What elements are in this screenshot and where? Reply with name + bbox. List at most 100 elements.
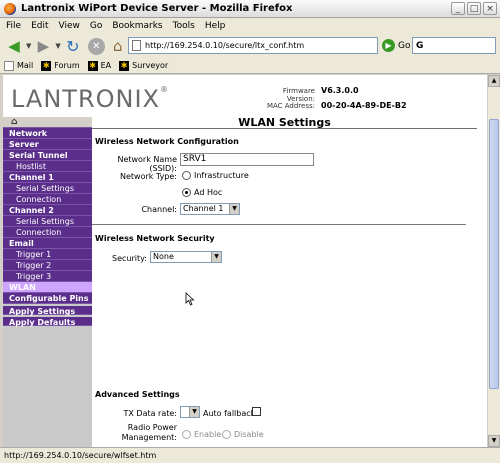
sidebar-item-wlan[interactable]: WLAN [3, 282, 92, 293]
channel-select[interactable]: Channel 1 ▼ [180, 203, 240, 215]
google-icon: G [416, 40, 424, 51]
page-title: WLAN Settings [92, 117, 477, 129]
bookmark-surveyor[interactable]: ✱ Surveyor [119, 60, 168, 71]
sidebar-item-email[interactable]: Email [3, 238, 92, 249]
burst-icon: ✱ [41, 60, 52, 71]
chevron-down-icon: ▼ [229, 204, 239, 214]
burst-icon: ✱ [119, 60, 130, 71]
forward-dropdown-icon[interactable]: ▼ [55, 42, 60, 50]
security-heading: Wireless Network Security [95, 234, 215, 243]
apply-settings-button[interactable]: Apply Settings [3, 304, 92, 316]
sidebar-item-ch2-serial-settings[interactable]: Serial Settings [3, 216, 92, 227]
menu-bookmarks[interactable]: Bookmarks [112, 21, 162, 31]
menu-file[interactable]: File [6, 21, 21, 31]
bookmark-mail[interactable]: Mail [4, 60, 33, 71]
page-icon [4, 60, 14, 71]
go-label: Go [398, 40, 411, 51]
vertical-scrollbar[interactable]: ▲ ▼ [487, 75, 500, 447]
adhoc-radio[interactable]: Ad Hoc [182, 188, 222, 197]
menu-tools[interactable]: Tools [173, 21, 195, 31]
search-input[interactable]: G [412, 37, 496, 54]
mac-label: MAC Address: [266, 102, 315, 110]
go-button[interactable]: ▶ Go [382, 39, 410, 52]
sidebar-item-ch1-connection[interactable]: Connection [3, 194, 92, 205]
home-icon[interactable]: ⌂ [3, 117, 92, 128]
home-icon[interactable]: ⌂ [108, 36, 128, 56]
back-dropdown-icon[interactable]: ▼ [26, 42, 31, 50]
reload-icon[interactable]: ↻ [63, 36, 83, 56]
network-type-label: Network Type: [119, 172, 177, 181]
firefox-icon [4, 2, 16, 15]
menu-view[interactable]: View [59, 21, 80, 31]
url-text: http://169.254.0.10/secure/ltx_conf.htm [145, 41, 305, 50]
sidebar-item-trigger-3[interactable]: Trigger 3 [3, 271, 92, 282]
url-input[interactable]: http://169.254.0.10/secure/ltx_conf.htm [128, 37, 378, 54]
go-arrow-icon: ▶ [382, 39, 395, 52]
apply-defaults-button[interactable]: Apply Defaults [3, 315, 92, 327]
mac-value: 00-20-4A-89-DE-B2 [321, 101, 407, 110]
tx-rate-select[interactable]: ▼ [180, 406, 200, 418]
auto-fallback-checkbox[interactable] [252, 407, 261, 416]
config-sidebar: ⌂ Network Server Serial Tunnel Hostlist … [3, 117, 92, 447]
radio-power-label-line1: Radio Power [127, 423, 177, 432]
sidebar-item-channel-1[interactable]: Channel 1 [3, 172, 92, 183]
window-title: Lantronix WiPort Device Server - Mozilla… [21, 3, 293, 14]
auto-fallback-label: Auto fallback [203, 409, 256, 418]
sidebar-item-network[interactable]: Network [3, 128, 92, 139]
navigation-toolbar: ◀ ▼ ▶ ▼ ↻ ✕ ⌂ http://169.254.0.10/secure… [0, 34, 500, 58]
lantronix-logo: LANTRONIX® [11, 85, 169, 113]
infrastructure-radio[interactable]: Infrastructure [182, 171, 249, 180]
power-enable-radio[interactable]: Enable [182, 430, 221, 439]
sidebar-item-configurable-pins[interactable]: Configurable Pins [3, 293, 92, 304]
page-content: LANTRONIX® Firmware Version: V6.3.0.0 MA… [3, 75, 487, 447]
menu-go[interactable]: Go [90, 21, 102, 31]
minimize-button[interactable]: _ [451, 2, 465, 15]
sidebar-item-hostlist[interactable]: Hostlist [3, 161, 92, 172]
firmware-value: V6.3.0.0 [321, 86, 359, 95]
ssid-label: Network Name (SSID): [117, 155, 177, 173]
radio-icon [222, 430, 231, 439]
ssid-input[interactable]: SRV1 [180, 153, 314, 166]
mouse-pointer-icon [185, 292, 195, 306]
close-button[interactable]: × [483, 2, 497, 15]
bookmark-ea[interactable]: ✱ EA [87, 60, 111, 71]
sidebar-item-ch2-connection[interactable]: Connection [3, 227, 92, 238]
firmware-label: Firmware Version: [282, 87, 315, 103]
forward-arrow-icon[interactable]: ▶ [33, 36, 53, 56]
sidebar-item-channel-2[interactable]: Channel 2 [3, 205, 92, 216]
sidebar-item-serial-tunnel[interactable]: Serial Tunnel [3, 150, 92, 161]
bookmark-forum[interactable]: ✱ Forum [41, 60, 80, 71]
back-arrow-icon[interactable]: ◀ [4, 36, 24, 56]
power-disable-radio[interactable]: Disable [222, 430, 264, 439]
stop-icon[interactable]: ✕ [87, 37, 105, 55]
chevron-down-icon: ▼ [189, 407, 199, 417]
sidebar-item-server[interactable]: Server [3, 139, 92, 150]
window-controls: _ □ × [451, 2, 497, 15]
section-divider [92, 224, 466, 225]
menu-help[interactable]: Help [205, 21, 226, 31]
advanced-settings-heading: Advanced Settings [95, 390, 180, 399]
security-label: Security: [112, 254, 147, 263]
sidebar-item-trigger-1[interactable]: Trigger 1 [3, 249, 92, 260]
channel-label: Channel: [141, 205, 177, 214]
tx-rate-label: TX Data rate: [123, 409, 178, 418]
scroll-up-icon[interactable]: ▲ [488, 75, 500, 87]
radio-icon [182, 430, 191, 439]
scrollbar-thumb[interactable] [489, 119, 499, 389]
status-bar: http://169.254.0.10/secure/wlfset.htm [0, 447, 500, 463]
wlan-settings-panel: WLAN Settings Wireless Network Configura… [92, 117, 477, 447]
wireless-config-heading: Wireless Network Configuration [95, 137, 239, 146]
chevron-down-icon: ▼ [211, 252, 221, 262]
radio-selected-icon [182, 188, 191, 197]
sidebar-item-trigger-2[interactable]: Trigger 2 [3, 260, 92, 271]
device-header: LANTRONIX® Firmware Version: V6.3.0.0 MA… [3, 75, 487, 115]
maximize-button[interactable]: □ [467, 2, 481, 15]
page-icon [132, 40, 141, 51]
window-titlebar: Lantronix WiPort Device Server - Mozilla… [0, 0, 500, 18]
scroll-down-icon[interactable]: ▼ [488, 435, 500, 447]
security-select[interactable]: None ▼ [150, 251, 222, 263]
radio-power-label-line2: Management: [121, 433, 177, 442]
radio-icon [182, 171, 191, 180]
menu-edit[interactable]: Edit [31, 21, 48, 31]
sidebar-item-ch1-serial-settings[interactable]: Serial Settings [3, 183, 92, 194]
